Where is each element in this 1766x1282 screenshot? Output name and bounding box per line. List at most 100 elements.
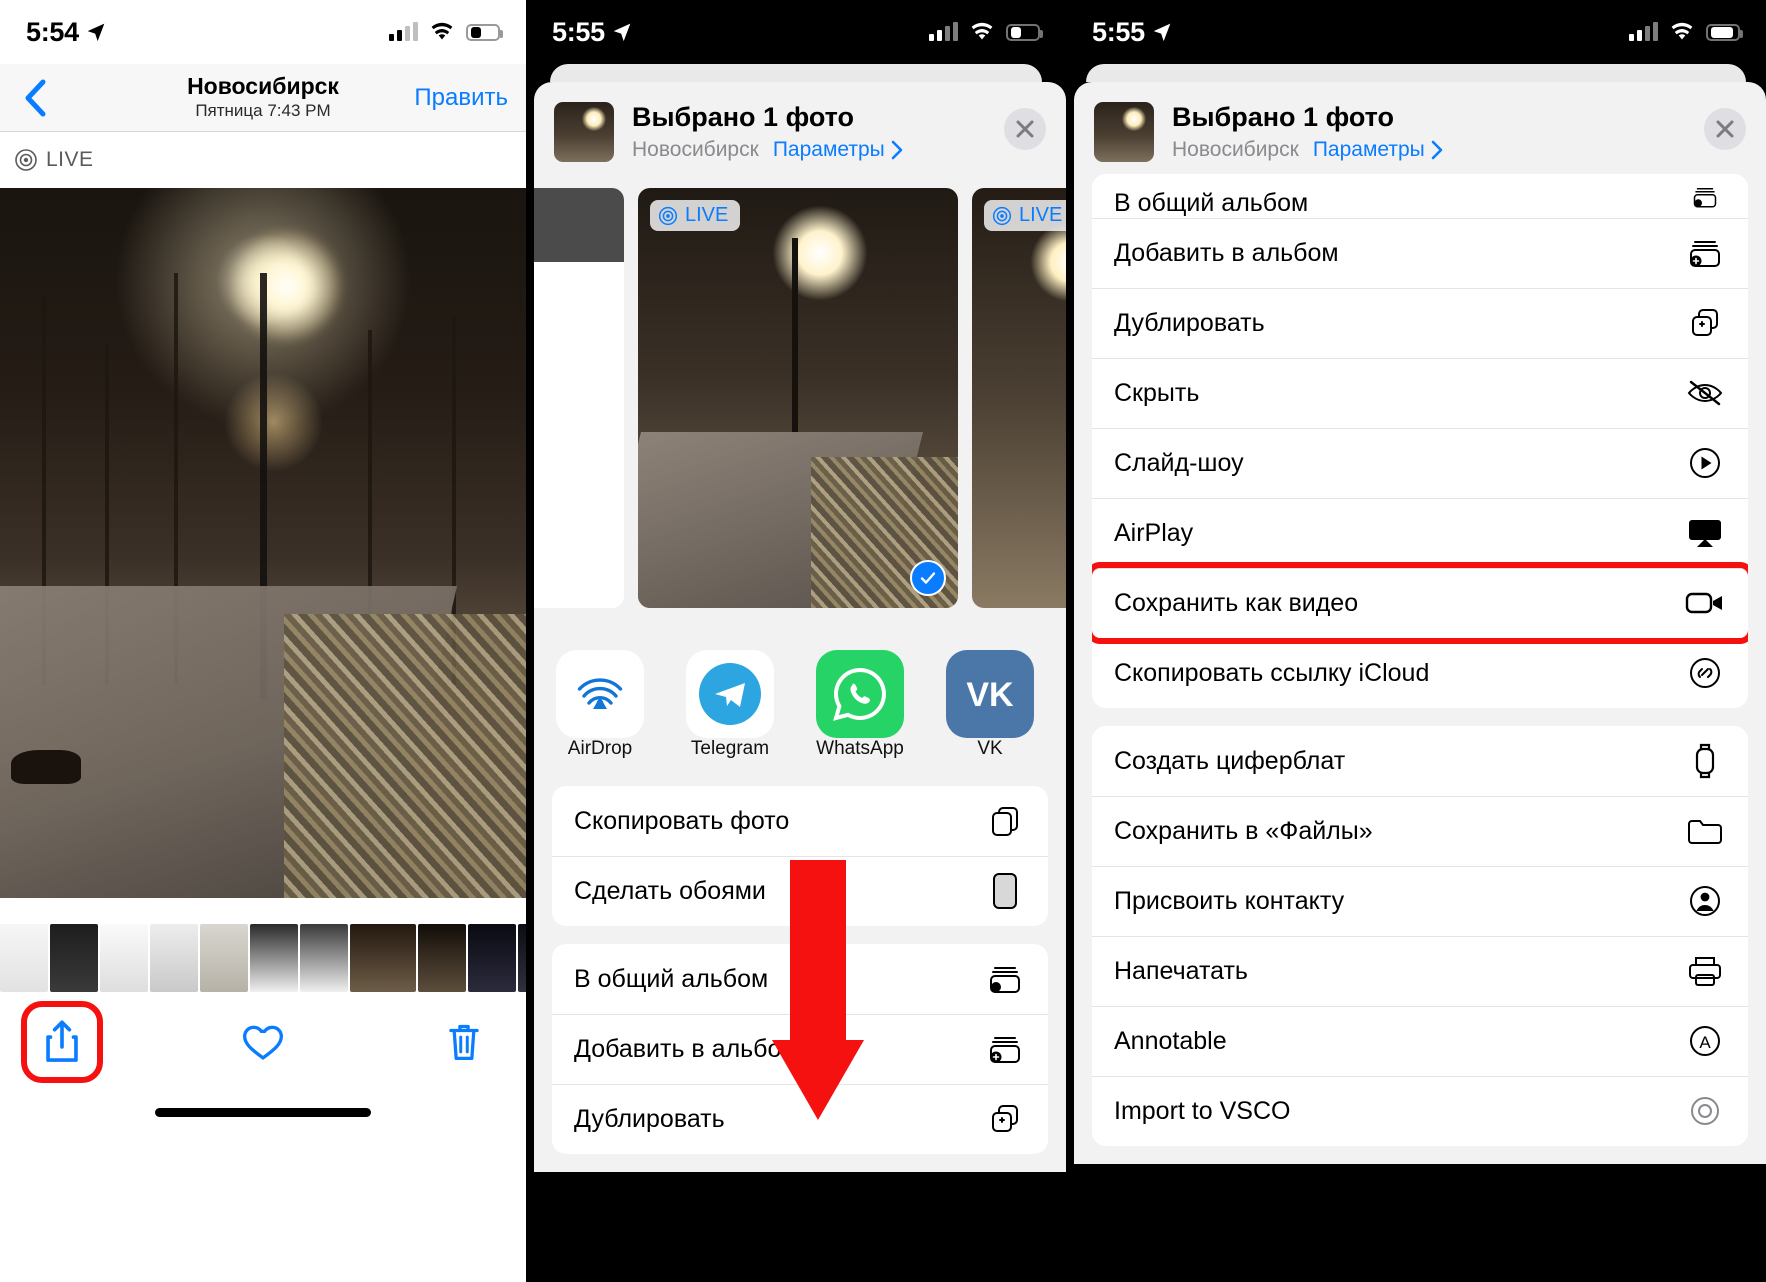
parameters-button[interactable]: Параметры <box>1313 138 1443 162</box>
live-badge-label: LIVE <box>1019 204 1063 227</box>
wifi-icon <box>429 22 455 42</box>
photo-filmstrip[interactable] <box>0 922 526 994</box>
battery-icon <box>1706 23 1743 41</box>
menu-item-airplay[interactable]: AirPlay <box>1092 498 1748 568</box>
selected-photo-thumbnail <box>554 102 614 163</box>
close-button[interactable] <box>1004 108 1046 150</box>
menu-item-add-to-album[interactable]: Добавить в альбом <box>1092 218 1748 288</box>
contact-circle-icon <box>1684 880 1726 922</box>
photo-preview[interactable] <box>0 188 526 898</box>
filmstrip-thumb[interactable] <box>50 924 98 992</box>
photo-picker-row[interactable]: структура данныхет произвольныеаве Map и… <box>534 180 1066 616</box>
home-indicator[interactable] <box>1308 1259 1524 1268</box>
watch-face-icon <box>1684 740 1726 782</box>
menu-item-duplicate[interactable]: Дублировать <box>1092 288 1748 358</box>
menu-item-print[interactable]: Напечатать <box>1092 936 1748 1006</box>
parameters-button[interactable]: Параметры <box>773 138 903 162</box>
share-sheet-subtitle: Новосибирск <box>1172 138 1299 162</box>
share-app-label: AirDrop <box>567 738 633 760</box>
filmstrip-thumb[interactable] <box>0 924 48 992</box>
live-badge: LIVE <box>984 200 1066 232</box>
home-indicator-wrap <box>526 1259 1066 1268</box>
share-app-telegram[interactable]: Telegram <box>686 650 774 760</box>
home-indicator[interactable] <box>688 1259 904 1268</box>
vsco-circle-icon <box>1684 1090 1726 1132</box>
live-photo-icon <box>14 148 38 172</box>
live-photo-icon <box>658 206 678 226</box>
menu-item-assign-to-contact[interactable]: Присвоить контакту <box>1092 866 1748 936</box>
filmstrip-thumb[interactable] <box>350 924 416 992</box>
picker-item-selected-live-photo[interactable]: LIVE <box>638 188 958 609</box>
wifi-icon <box>969 22 995 42</box>
share-app-whatsapp[interactable]: WhatsApp <box>816 650 904 760</box>
menu-item-label: Import to VSCO <box>1114 1096 1291 1125</box>
cellular-bars-icon <box>389 22 418 41</box>
share-app-airdrop[interactable]: AirDrop <box>556 650 644 760</box>
three-phone-screenshots: 5:54 Новосибирск Пятница 7:43 PM Править… <box>0 0 1766 1282</box>
battery-icon <box>1006 23 1043 41</box>
folder-icon <box>1684 810 1726 852</box>
share-sheet-subtitle: Новосибирск <box>632 138 759 162</box>
battery-icon <box>466 23 503 41</box>
menu-item-save-to-files[interactable]: Сохранить в «Файлы» <box>1092 796 1748 866</box>
duplicate-icon <box>984 1098 1026 1140</box>
share-app-label: VK <box>977 738 1003 760</box>
filmstrip-thumb[interactable] <box>150 924 198 992</box>
edit-button[interactable]: Править <box>414 84 508 112</box>
share-sheet-title-block: Выбрано 1 фото Новосибирск Параметры <box>1172 102 1443 162</box>
play-circle-icon <box>1684 442 1726 484</box>
share-sheet-title: Выбрано 1 фото <box>1172 102 1395 132</box>
menu-item-copy-icloud-link[interactable]: Скопировать ссылку iCloud <box>1092 638 1748 708</box>
filmstrip-thumb[interactable] <box>300 924 348 992</box>
picker-select-circle[interactable] <box>576 560 612 597</box>
menu-item-label: Скопировать ссылку iCloud <box>1114 658 1430 687</box>
menu-item-create-watch-face[interactable]: Создать циферблат <box>1092 726 1748 796</box>
menu-item-hide[interactable]: Скрыть <box>1092 358 1748 428</box>
share-app-label: WhatsApp <box>816 738 904 760</box>
picker-item-screenshot[interactable]: структура данныхет произвольныеаве Map и… <box>534 188 624 609</box>
menu-item-label: AirPlay <box>1114 518 1194 547</box>
picker-item-live-photo[interactable]: LIVE <box>972 188 1066 609</box>
menu-item-label: Добавить в альбом <box>1114 238 1339 267</box>
share-app-vk[interactable]: VK VK <box>946 650 1034 760</box>
navigation-bar: Новосибирск Пятница 7:43 PM Править <box>0 64 526 132</box>
panel-photo-viewer: 5:54 Новосибирск Пятница 7:43 PM Править… <box>0 0 526 1282</box>
share-apps-row[interactable]: AirDrop Telegram WhatsApp VK VK <box>534 616 1066 786</box>
menu-item-shared-album[interactable]: В общий альбом <box>1092 174 1748 218</box>
menu-item-slideshow[interactable]: Слайд-шоу <box>1092 428 1748 498</box>
filmstrip-thumb[interactable] <box>250 924 298 992</box>
shared-album-icon <box>1684 176 1726 218</box>
filmstrip-thumb[interactable] <box>468 924 516 992</box>
fallen-leaves <box>284 614 526 898</box>
delete-button[interactable] <box>432 1010 496 1074</box>
filmstrip-thumb[interactable] <box>518 924 526 992</box>
close-button[interactable] <box>1704 108 1746 150</box>
menu-item-label: В общий альбом <box>1114 189 1309 218</box>
cellular-bars-icon <box>929 22 958 41</box>
home-indicator[interactable] <box>155 1108 371 1117</box>
filmstrip-thumb[interactable] <box>418 924 466 992</box>
filmstrip-thumb[interactable] <box>200 924 248 992</box>
live-badge-label: LIVE <box>685 204 729 227</box>
menu-item-annotable[interactable]: Annotable A <box>1092 1006 1748 1076</box>
share-button[interactable] <box>21 1001 103 1083</box>
menu-item-label: Сохранить в «Файлы» <box>1114 816 1373 845</box>
svg-text:VK: VK <box>966 676 1014 714</box>
filmstrip-thumb[interactable] <box>100 924 148 992</box>
menu-item-import-to-vsco[interactable]: Import to VSCO <box>1092 1076 1748 1146</box>
duplicate-icon <box>1684 302 1726 344</box>
back-button[interactable] <box>12 73 58 123</box>
panel-share-sheet: 5:55 Выбрано 1 фото Новосибирск Параметр… <box>526 0 1066 1282</box>
status-bar: 5:54 <box>0 0 526 64</box>
lamp-glow <box>231 230 342 341</box>
picker-selected-check[interactable] <box>910 560 946 597</box>
menu-item-copy-photo[interactable]: Скопировать фото <box>552 786 1048 856</box>
live-photo-strip: LIVE <box>0 132 526 188</box>
share-sheet-stack: Выбрано 1 фото Новосибирск Параметры <box>1066 64 1766 1165</box>
printer-icon <box>1684 950 1726 992</box>
menu-item-label: Слайд-шоу <box>1114 448 1244 477</box>
live-badge[interactable]: LIVE <box>14 148 94 172</box>
whatsapp-icon <box>816 650 904 739</box>
menu-item-save-as-video[interactable]: Сохранить как видео <box>1092 562 1748 645</box>
favorite-button[interactable] <box>231 1010 295 1074</box>
